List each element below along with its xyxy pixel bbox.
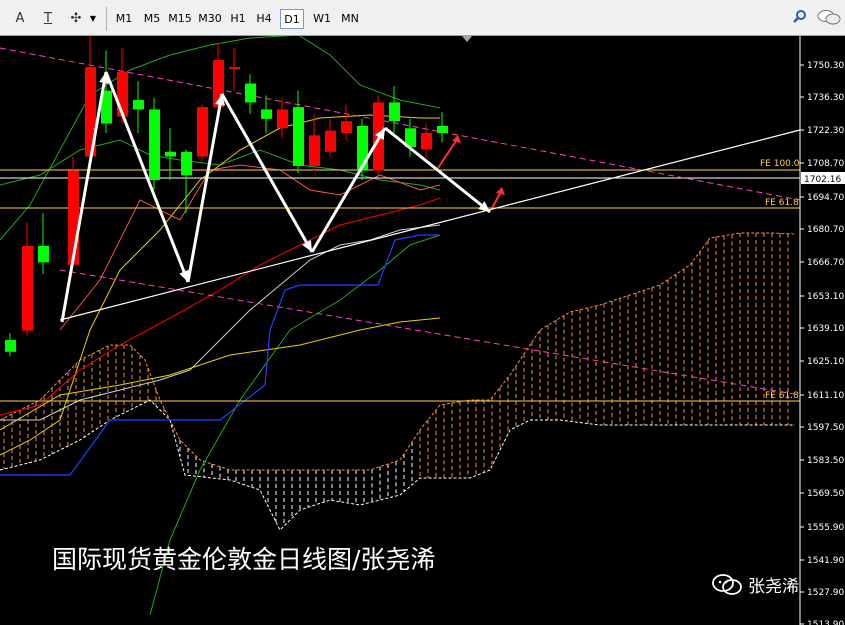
price-tick-label: 1583.50: [807, 456, 844, 466]
chart-caption: 国际现货黄金伦敦金日线图/张尧浠: [52, 545, 436, 574]
text-tool-icon[interactable]: A: [10, 9, 30, 29]
watermark: 张尧浠: [712, 572, 799, 601]
price-tick-label: 1708.70: [807, 159, 844, 169]
price-tick-label: 1666.70: [807, 258, 844, 268]
price-tick-label: 1555.90: [807, 523, 844, 533]
candle-body: [117, 71, 128, 117]
price-tick-label: 1541.90: [807, 556, 844, 566]
text-label-tool-icon[interactable]: T: [38, 9, 58, 29]
candle-body: [421, 132, 432, 150]
timeframe-h1[interactable]: H1: [226, 9, 250, 29]
candle-body: [38, 245, 49, 263]
candle-body: [309, 135, 320, 166]
price-tick-label: 1736.30: [807, 93, 844, 103]
candle-body: [261, 109, 272, 119]
price-chart[interactable]: 1750.30 1736.30 1722.30 1708.70 1694.70 1680.…: [0, 36, 845, 625]
candle-body: [277, 109, 288, 129]
price-tick-label: 1694.70: [807, 193, 844, 203]
candle-body: [389, 102, 400, 122]
watermark-text: 张尧浠: [748, 577, 799, 597]
price-tick-label: 1625.10: [807, 357, 844, 367]
price-tick-label: 1527.90: [807, 588, 844, 598]
fe618-upper-label: FE 61.8: [765, 198, 799, 208]
price-tick-label: 1569.50: [807, 489, 844, 499]
candle-body: [325, 130, 336, 152]
candle-body: [181, 151, 192, 176]
timeframe-m30[interactable]: M30: [196, 9, 224, 29]
candle-body: [5, 340, 16, 352]
candle-body: [245, 83, 256, 103]
price-tick-label: 1722.30: [807, 126, 844, 136]
candle-body: [22, 245, 33, 331]
timeframe-d1[interactable]: D1: [280, 9, 304, 29]
timeframe-m15[interactable]: M15: [166, 9, 194, 29]
candle-body: [341, 121, 352, 133]
candle-body: [133, 100, 144, 110]
plot-area: [0, 36, 800, 625]
timeframe-m1[interactable]: M1: [112, 9, 136, 29]
timeframe-mn[interactable]: MN: [338, 9, 362, 29]
objects-tool-icon[interactable]: ✣: [66, 9, 86, 29]
candle-body: [197, 107, 208, 157]
toolbar: A T ✣ ▼ M1 M5 M15 M30 H1 H4 D1 W1 MN: [0, 0, 845, 36]
fe100-label: FE 100.0: [760, 159, 800, 169]
candle-body: [149, 109, 160, 181]
candle-body: [165, 151, 176, 157]
objects-dropdown-icon[interactable]: ▼: [88, 9, 98, 29]
chat-icon[interactable]: [816, 9, 842, 29]
price-tick-label: 1653.10: [807, 292, 844, 302]
current-price-label: 1702.16: [804, 175, 841, 185]
candle-body: [437, 125, 448, 133]
candle-body: [229, 67, 240, 70]
price-tick-label: 1597.50: [807, 423, 844, 433]
timeframe-h4[interactable]: H4: [252, 9, 276, 29]
timeframe-w1[interactable]: W1: [310, 9, 334, 29]
price-tick-label: 1680.70: [807, 225, 844, 235]
timeframe-m5[interactable]: M5: [140, 9, 164, 29]
price-tick-label: 1513.90: [807, 620, 844, 625]
price-tick-label: 1639.10: [807, 324, 844, 334]
price-tick-label: 1750.30: [807, 61, 844, 71]
search-icon[interactable]: [790, 9, 810, 29]
wechat-icon: [712, 573, 742, 601]
candle-body: [293, 107, 304, 166]
price-tick-label: 1611.10: [807, 391, 844, 401]
fe618-lower-label: FE 61.8: [765, 391, 799, 401]
